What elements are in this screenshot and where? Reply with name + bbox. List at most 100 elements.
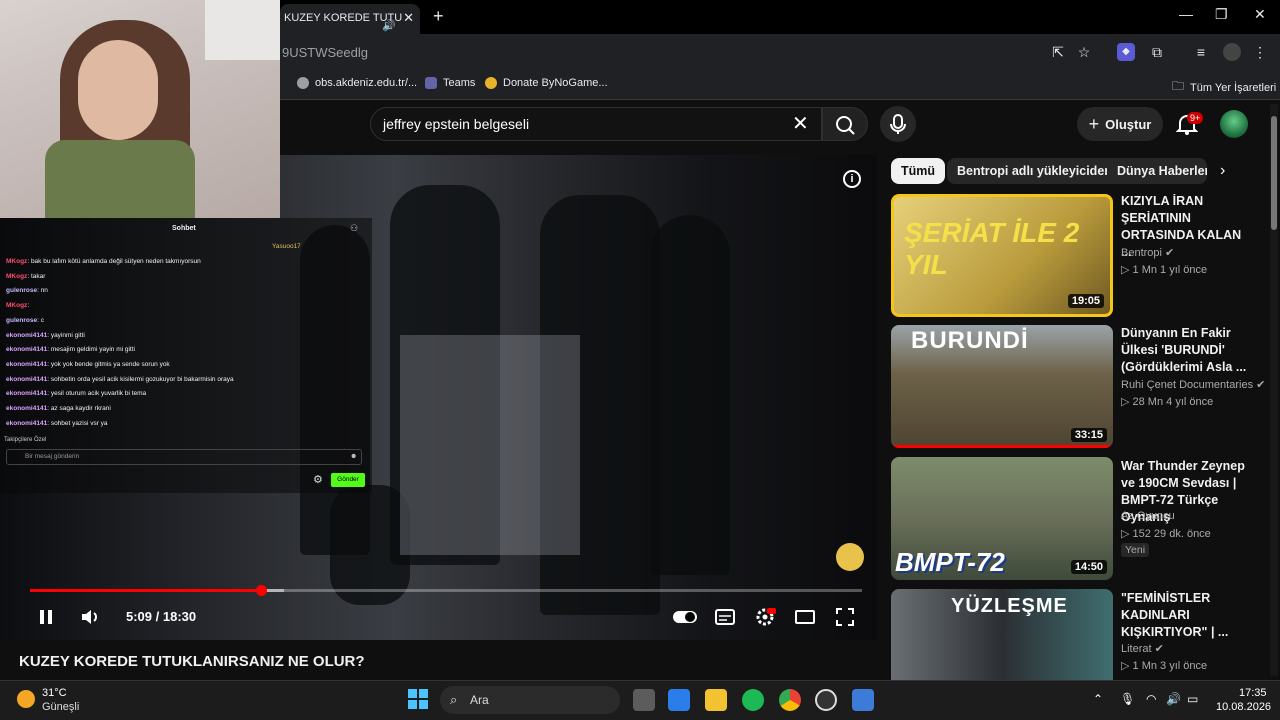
install-app-icon[interactable]: ⇱ (1049, 43, 1067, 61)
speaker-icon[interactable]: 🔊 (382, 12, 396, 34)
spotify-icon[interactable] (742, 689, 764, 711)
microphone-tray-icon[interactable]: 🎙 (1120, 692, 1135, 706)
recommendation-thumbnail[interactable]: BMPT-72 14:50 (891, 457, 1113, 580)
maximize-button[interactable]: ❐ (1215, 6, 1228, 23)
account-avatar[interactable] (1220, 110, 1248, 138)
voice-search-button[interactable] (880, 106, 916, 142)
add-user-icon[interactable]: ⚇ (350, 223, 358, 234)
recommendation-channel[interactable]: Bentropi ✔ (1121, 246, 1174, 259)
autoplay-toggle[interactable] (672, 606, 698, 628)
sun-icon[interactable] (17, 690, 35, 708)
chip-world-news[interactable]: Dünya Haberleri (1107, 158, 1207, 184)
bookmark-star-icon[interactable]: ☆ (1075, 43, 1093, 61)
task-view-icon[interactable] (633, 689, 655, 711)
fullscreen-icon (836, 608, 854, 626)
chat-username[interactable]: ekonomi4141 (6, 405, 47, 412)
chat-username[interactable]: ekonomi4141 (6, 346, 47, 353)
chat-message-input[interactable]: Bir mesaj gönderin (6, 449, 362, 465)
theater-mode-button[interactable] (794, 606, 816, 628)
emoji-picker-icon[interactable]: ☻ (350, 453, 357, 460)
chat-username[interactable]: ekonomi4141 (6, 361, 47, 368)
profile-icon[interactable] (1223, 43, 1241, 61)
chat-message: MKogz: (6, 302, 29, 309)
chat-settings-icon[interactable]: ⚙ (313, 473, 323, 486)
all-bookmarks[interactable]: 🗀 Tüm Yer İşaretleri (1172, 77, 1276, 98)
browser-tab[interactable]: KUZEY KOREDE TUTU 🔊 ✕ (280, 4, 420, 34)
pause-button[interactable] (35, 606, 57, 628)
chrome-icon[interactable] (779, 689, 801, 711)
recommendation-thumbnail[interactable]: YÜZLEŞME (891, 589, 1113, 680)
new-tab-button[interactable]: + (433, 6, 444, 27)
chat-username[interactable]: ekonomi4141 (6, 390, 47, 397)
search-button[interactable] (822, 107, 868, 141)
chat-send-button[interactable]: Gönder (331, 473, 365, 487)
extensions-puzzle-icon[interactable]: ⧉ (1148, 43, 1166, 61)
clock-time[interactable]: 17:35 (1239, 687, 1267, 699)
volume-button[interactable] (79, 606, 101, 628)
recommendation-channel[interactable]: Ruhi Çenet Documentaries ✔ (1121, 378, 1265, 391)
create-button[interactable]: + Oluştur (1077, 107, 1163, 141)
subtitles-button[interactable] (714, 606, 736, 628)
scrollbar-thumb[interactable] (1271, 116, 1277, 230)
chat-text: yesil oturum acik yuvarlik bi tema (50, 390, 147, 398)
fullscreen-button[interactable] (834, 606, 856, 628)
taskbar-search[interactable]: ⌕ Ara (440, 686, 620, 714)
close-tab-icon[interactable]: ✕ (403, 4, 414, 32)
clear-search-icon[interactable]: ✕ (792, 111, 809, 136)
chevron-right-icon[interactable]: › (1220, 162, 1225, 180)
weather-description[interactable]: Güneşli (42, 701, 79, 713)
verified-icon: ✔ (1256, 379, 1266, 391)
watched-progress (891, 445, 1113, 448)
store-icon[interactable] (668, 689, 690, 711)
chat-message: ekonomi4141: yok yok bende gitmis ya sen… (6, 361, 170, 368)
close-window-button[interactable]: ✕ (1254, 6, 1266, 23)
extension-shield-icon[interactable]: ◆ (1117, 43, 1135, 61)
app-icon[interactable] (852, 689, 874, 711)
bookmark-donate[interactable]: Donate ByNoGame... (485, 77, 608, 89)
chat-username[interactable]: MKogz (6, 258, 27, 265)
start-button[interactable] (408, 689, 428, 709)
bookmark-obs[interactable]: obs.akdeniz.edu.tr/... (297, 77, 417, 89)
windows-icon (408, 689, 428, 709)
chip-all[interactable]: Tümü (891, 158, 946, 184)
minimize-button[interactable]: — (1179, 6, 1193, 22)
recommendation-title[interactable]: "FEMİNİSTLER KADINLARI KIŞKIRTIYOR" | ..… (1121, 590, 1251, 641)
chat-username[interactable]: gulenrose (6, 287, 37, 294)
autoplay-toggle-icon (673, 611, 697, 623)
chat-message: ekonomi4141: yesil oturum acik yuvarlik … (6, 390, 146, 397)
pause-icon (40, 610, 52, 624)
recommendation-channel[interactable]: As Oyuncu (1121, 510, 1175, 522)
weather-temperature[interactable]: 31°C (42, 687, 67, 699)
bookmark-teams[interactable]: Teams (425, 77, 475, 89)
channel-watermark-icon[interactable] (836, 543, 864, 571)
volume-icon (82, 610, 97, 624)
file-explorer-icon[interactable] (705, 689, 727, 711)
browser-menu-icon[interactable]: ⋮ (1251, 43, 1269, 61)
clock-date[interactable]: 10.08.2026 (1216, 701, 1271, 713)
chat-text: mesajim geldimi yayin mi gitti (50, 346, 135, 354)
chat-username[interactable]: ekonomi4141 (6, 420, 47, 427)
url-field[interactable]: 9USTWSeedlg (282, 45, 368, 60)
recommendation-thumbnail[interactable]: BURUNDİ 33:15 (891, 325, 1113, 448)
volume-tray-icon[interactable]: 🔊 (1166, 692, 1181, 706)
settings-button[interactable] (754, 606, 776, 628)
chip-uploader[interactable]: Bentropi adlı yükleyiciden (947, 158, 1122, 184)
chat-username[interactable]: ekonomi4141 (6, 332, 47, 339)
battery-icon[interactable]: ▭ (1187, 692, 1198, 706)
thumbnail-text: ŞERİAT İLE 2 YIL (904, 217, 1080, 280)
media-control-icon[interactable]: ≡ (1192, 43, 1210, 61)
search-input[interactable]: jeffrey epstein belgeseli (370, 107, 822, 141)
chat-username[interactable]: ekonomi4141 (6, 376, 47, 383)
info-icon[interactable]: i (843, 170, 861, 188)
show-hidden-icons[interactable]: ⌃ (1093, 692, 1103, 706)
chat-username[interactable]: MKogz (6, 302, 27, 309)
recommendation-thumbnail[interactable]: ŞERİAT İLE 2 YIL 19:05 (891, 194, 1113, 317)
wifi-icon[interactable]: ◠ (1146, 692, 1156, 706)
thumbnail-text: BURUNDİ (911, 327, 1029, 354)
chat-username[interactable]: gulenrose (6, 317, 37, 324)
webcam-person-face (78, 40, 158, 140)
obs-icon[interactable] (815, 689, 837, 711)
recommendation-channel[interactable]: Literat ✔ (1121, 642, 1164, 655)
chat-username[interactable]: MKogz (6, 273, 27, 280)
recommendation-title[interactable]: Dünyanın En Fakir Ülkesi 'BURUNDİ' (Görd… (1121, 325, 1251, 376)
